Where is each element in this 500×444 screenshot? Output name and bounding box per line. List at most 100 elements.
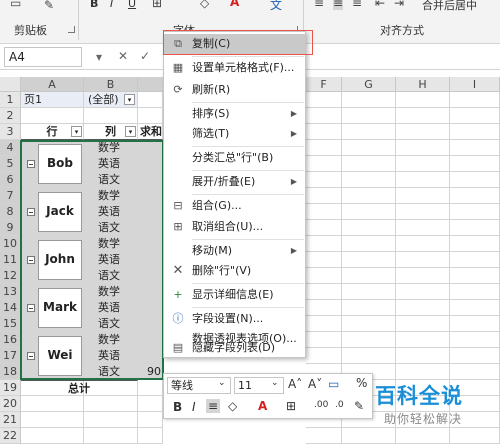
cell[interactable] — [306, 316, 342, 332]
percent-style-button[interactable]: % — [356, 376, 367, 390]
cell[interactable] — [396, 364, 450, 380]
row-header-13[interactable]: 13 — [0, 284, 21, 300]
cell[interactable] — [450, 140, 500, 156]
collapse-icon[interactable] — [27, 255, 35, 264]
menu-item-subtotal[interactable]: 分类汇总"行"(B) — [164, 148, 305, 168]
pivot-name-cell[interactable]: John — [38, 239, 82, 280]
menu-item-ungroup[interactable]: ⊞ 取消组合(U)... — [164, 217, 305, 237]
name-box[interactable]: A4 — [4, 47, 82, 67]
row-header-14[interactable]: 14 — [0, 300, 21, 316]
mini-fill-color-icon[interactable]: ◇ — [228, 399, 237, 413]
pivot-row-group[interactable]: Wei — [21, 332, 84, 380]
menu-item-expand-collapse[interactable]: 展开/折叠(E) ▶ — [164, 172, 305, 192]
cell[interactable] — [396, 124, 450, 140]
pivot-value-cell[interactable] — [138, 300, 163, 316]
font-dropdown-icon[interactable]: ⌄ — [218, 378, 226, 388]
pivot-name-cell[interactable]: Bob — [38, 143, 82, 184]
mini-italic-icon[interactable]: I — [192, 400, 196, 414]
mini-font-color-icon[interactable]: A — [258, 399, 267, 413]
cell[interactable] — [396, 140, 450, 156]
pivot-subject-cell[interactable]: 英语 — [84, 300, 138, 316]
cell[interactable] — [396, 428, 450, 444]
cell[interactable] — [21, 108, 84, 124]
cell[interactable] — [450, 316, 500, 332]
align-left-icon[interactable]: ≡ — [314, 0, 324, 10]
row-header-5[interactable]: 5 — [0, 156, 21, 172]
cell[interactable] — [138, 396, 163, 412]
pivot-subject-cell[interactable]: 语文 — [84, 364, 138, 380]
row-header-4[interactable]: 4 — [0, 140, 21, 156]
pivot-name-cell[interactable]: Wei — [38, 335, 82, 376]
cell[interactable] — [84, 108, 138, 124]
column-header-i[interactable]: I — [450, 77, 500, 92]
cell[interactable] — [396, 268, 450, 284]
pivot-row-group[interactable]: Bob — [21, 140, 84, 188]
cell[interactable] — [342, 140, 396, 156]
pivot-subject-cell[interactable]: 数学 — [84, 140, 138, 156]
cell[interactable] — [342, 300, 396, 316]
cell[interactable] — [450, 236, 500, 252]
cell[interactable] — [342, 172, 396, 188]
cell[interactable] — [306, 92, 342, 108]
align-center-icon[interactable]: ≡ — [333, 0, 344, 10]
name-box-dropdown-icon[interactable]: ▾ — [96, 50, 102, 64]
cell[interactable] — [450, 348, 500, 364]
row-header-22[interactable]: 22 — [0, 428, 21, 444]
mini-align-center-icon[interactable]: ≡ — [206, 399, 221, 413]
pivot-subject-cell[interactable]: 英语 — [84, 204, 138, 220]
pivot-row-group[interactable]: John — [21, 236, 84, 284]
cell[interactable] — [396, 204, 450, 220]
cell[interactable] — [306, 252, 342, 268]
menu-item-hide-field-list[interactable]: ▤ 隐藏字段列表(D) — [164, 339, 305, 357]
cell[interactable] — [342, 428, 396, 444]
row-header-15[interactable]: 15 — [0, 316, 21, 332]
cell[interactable] — [306, 268, 342, 284]
pivot-value-cell[interactable] — [138, 316, 163, 332]
clipboard-launcher-icon[interactable] — [68, 26, 75, 33]
cell[interactable] — [396, 188, 450, 204]
phonetic-icon[interactable]: 文 — [270, 0, 282, 13]
collapse-icon[interactable] — [27, 351, 35, 360]
cell[interactable] — [306, 236, 342, 252]
cell[interactable] — [84, 412, 138, 428]
cell[interactable] — [396, 348, 450, 364]
cell[interactable] — [396, 156, 450, 172]
cell[interactable] — [396, 108, 450, 124]
cell[interactable] — [21, 428, 84, 444]
font-color-icon[interactable]: A — [230, 0, 239, 9]
row-header-7[interactable]: 7 — [0, 188, 21, 204]
cell[interactable] — [306, 284, 342, 300]
cell[interactable] — [138, 412, 163, 428]
cell[interactable] — [306, 332, 342, 348]
cell[interactable] — [450, 172, 500, 188]
pivot-subject-cell[interactable]: 语文 — [84, 268, 138, 284]
cell[interactable] — [396, 316, 450, 332]
border-icon[interactable]: ⊞ — [152, 0, 162, 10]
cell[interactable] — [306, 108, 342, 124]
cancel-icon[interactable]: ✕ — [118, 49, 128, 63]
cell[interactable] — [450, 220, 500, 236]
cell[interactable] — [306, 172, 342, 188]
pivot-name-cell[interactable]: Jack — [38, 191, 82, 232]
pivot-value-cell[interactable] — [138, 236, 163, 252]
column-header-h[interactable]: H — [396, 77, 450, 92]
column-header-g[interactable]: G — [342, 77, 396, 92]
row-header-16[interactable]: 16 — [0, 332, 21, 348]
accounting-format-icon[interactable]: ▭ — [328, 377, 339, 391]
bold-button[interactable]: B — [90, 0, 98, 10]
cell[interactable] — [306, 220, 342, 236]
cell[interactable] — [450, 252, 500, 268]
cell[interactable] — [450, 300, 500, 316]
row-header-11[interactable]: 11 — [0, 252, 21, 268]
pivot-value-cell[interactable] — [138, 156, 163, 172]
cell[interactable] — [396, 300, 450, 316]
cell[interactable] — [342, 92, 396, 108]
pivot-subject-cell[interactable]: 语文 — [84, 220, 138, 236]
cell[interactable] — [342, 108, 396, 124]
row-header-2[interactable]: 2 — [0, 108, 21, 124]
row-header-10[interactable]: 10 — [0, 236, 21, 252]
mini-format-painter-icon[interactable]: ✎ — [354, 399, 364, 413]
cell[interactable] — [450, 124, 500, 140]
align-right-icon[interactable]: ≡ — [352, 0, 362, 10]
fill-color-icon[interactable]: ◇ — [200, 0, 209, 10]
